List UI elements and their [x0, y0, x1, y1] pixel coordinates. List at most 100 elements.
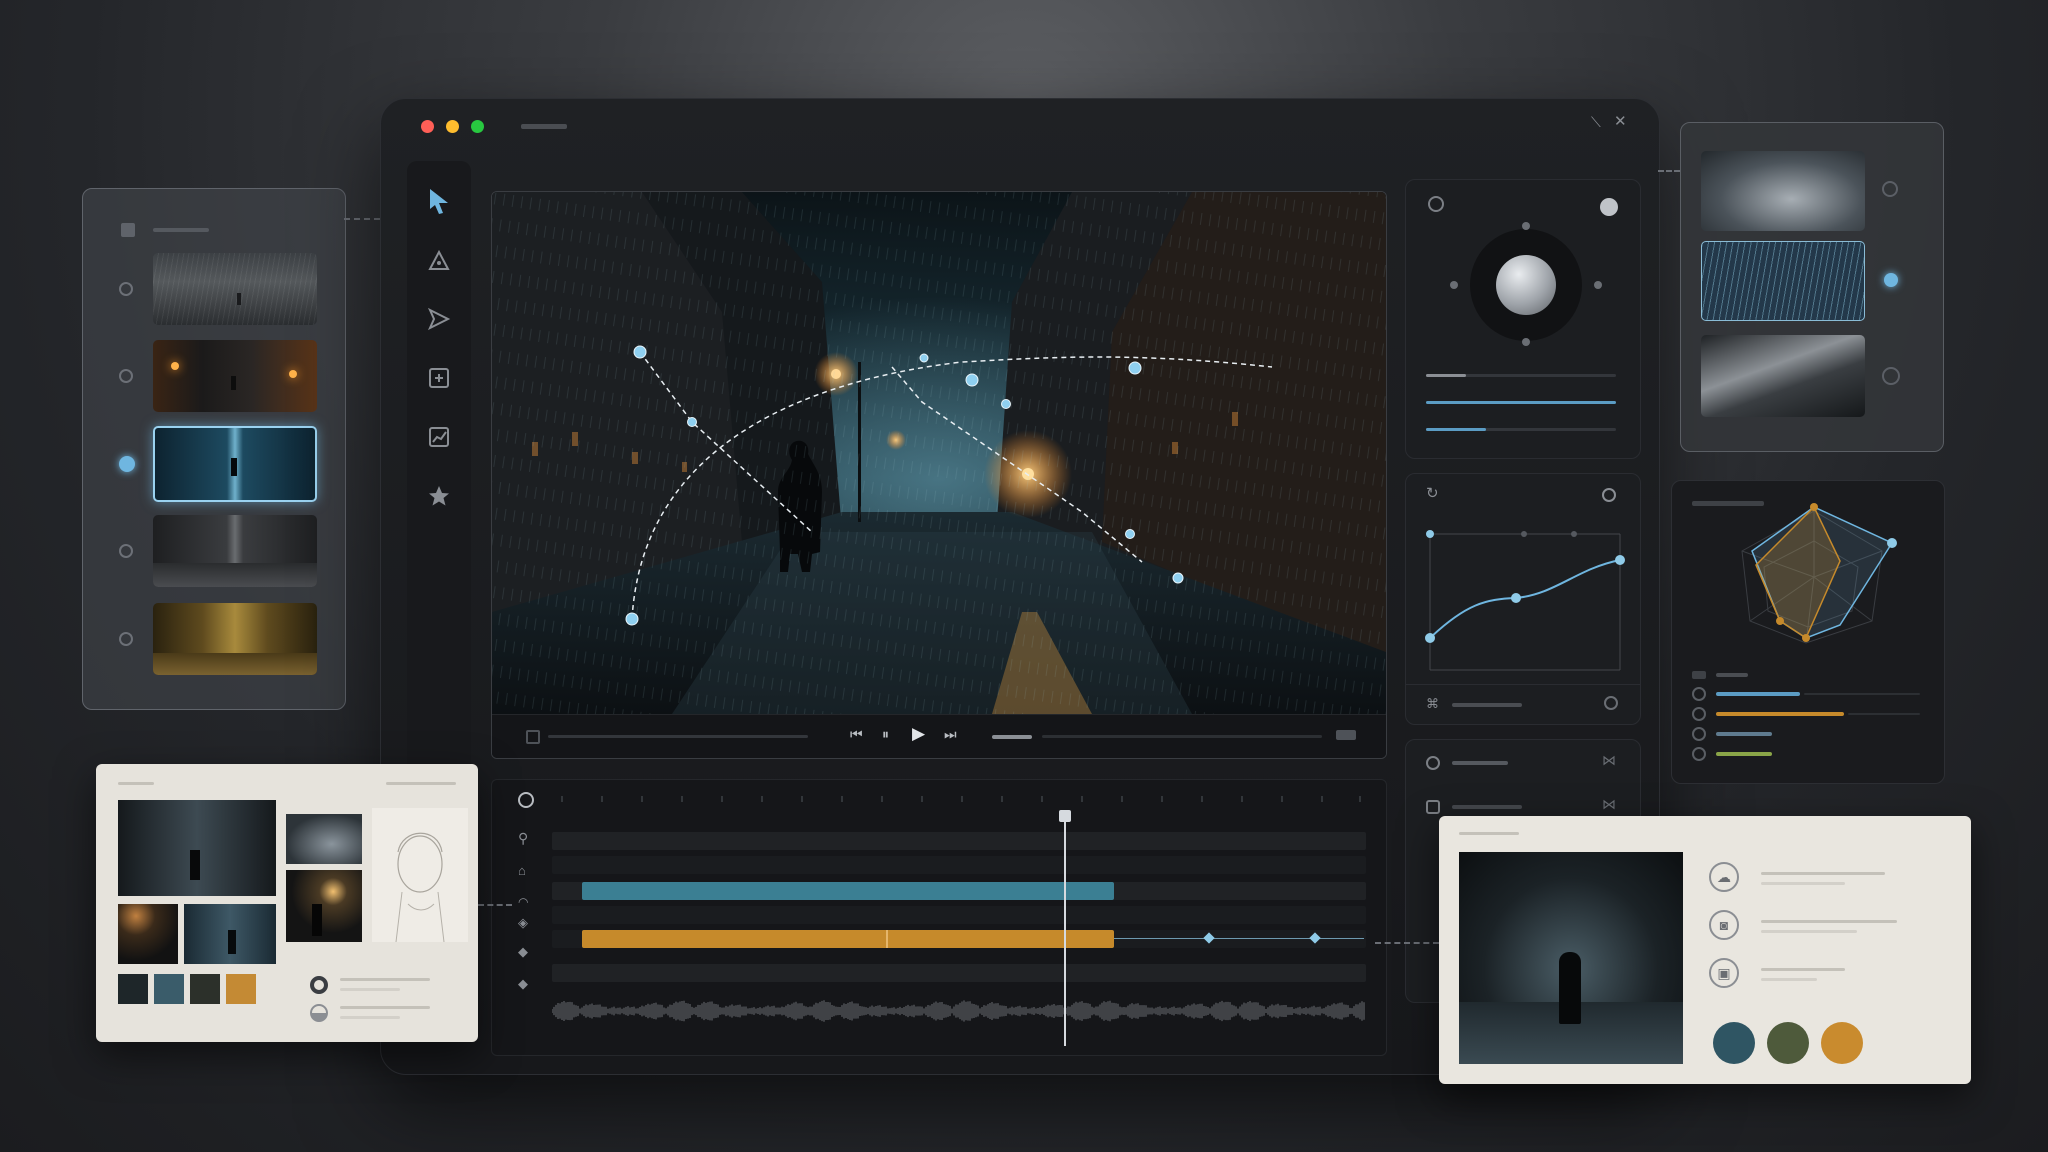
thumbnail-storm-clouds[interactable] [1701, 151, 1865, 231]
thumb-radio-4[interactable] [119, 544, 133, 558]
track-row-4[interactable] [552, 906, 1366, 924]
chart-icon[interactable] [419, 417, 459, 457]
orbit-slider-3[interactable] [1426, 428, 1486, 431]
camera-icon[interactable]: ◙ [1709, 910, 1739, 940]
orbit-handle-right[interactable] [1594, 281, 1602, 289]
track-icon-mask[interactable]: ◠ [518, 895, 528, 909]
curve-footer-label [1452, 703, 1522, 707]
track-row-1[interactable] [552, 832, 1366, 850]
thumb-radio-5[interactable] [119, 632, 133, 646]
playhead-handle[interactable] [1059, 810, 1071, 822]
maximize-window-button[interactable] [471, 120, 484, 133]
legend-radio-2[interactable] [1692, 707, 1706, 721]
thumbnail-rain-texture[interactable] [1701, 241, 1865, 321]
ref-swatch-olive[interactable] [1767, 1022, 1809, 1064]
minimize-window-button[interactable] [446, 120, 459, 133]
pen-icon[interactable] [419, 241, 459, 281]
direction-icon[interactable] [419, 299, 459, 339]
photo-icon[interactable]: ▣ [1709, 958, 1739, 988]
track-icon-diamond-1[interactable]: ◆ [518, 944, 528, 960]
track-row-6[interactable] [552, 964, 1366, 982]
motion-keypoint [919, 353, 929, 363]
mood-image-main[interactable] [118, 800, 276, 896]
cloud-rain-icon[interactable]: ☁ [1709, 862, 1739, 892]
ref-row-3-sub [1761, 978, 1817, 981]
mood-radio-dark[interactable] [310, 976, 328, 994]
mood-image-blue-alley[interactable] [184, 904, 276, 964]
thumbnail-golden-alley[interactable] [153, 603, 317, 675]
video-viewer[interactable]: ⏮ ⏸ ▶ ⏭ [491, 191, 1387, 759]
scene-preview[interactable] [492, 192, 1386, 714]
record-toggle[interactable] [1600, 198, 1618, 216]
layer-row-2-link-icon[interactable]: ⋈ [1602, 796, 1616, 813]
scrub-track-left[interactable] [548, 735, 808, 738]
orbit-handle-top[interactable] [1522, 222, 1530, 230]
fullscreen-icon[interactable] [1336, 730, 1356, 740]
radar-chart[interactable] [1672, 481, 1944, 783]
legend-radio-1[interactable] [1692, 687, 1706, 701]
thumbnail-grey-alley[interactable] [153, 515, 317, 587]
clip-amber[interactable] [582, 930, 1114, 948]
volume-slider[interactable] [992, 735, 1032, 739]
close-window-button[interactable] [421, 120, 434, 133]
legend-radio-4[interactable] [1692, 747, 1706, 761]
playback-mode-icon[interactable] [526, 730, 540, 744]
legend-bar-olive [1716, 752, 1772, 756]
mood-radio-half[interactable] [310, 1004, 328, 1022]
thumbnail-wet-pavement[interactable] [1701, 335, 1865, 417]
ref-image[interactable] [1459, 852, 1683, 1064]
motion-keypoint [687, 417, 697, 427]
orbit-ball[interactable] [1496, 255, 1556, 315]
mood-image-clouds[interactable] [286, 814, 362, 864]
thumb-selected-indicator-r[interactable] [1884, 273, 1898, 287]
skip-forward-icon[interactable]: ⏭ [944, 726, 957, 743]
layer-row-1-link-icon[interactable]: ⋈ [1602, 752, 1616, 769]
legend-radio-3[interactable] [1692, 727, 1706, 741]
timeline-panel[interactable]: ⚲ ⌂ ◠ ◈ ◆ ◆ [491, 779, 1387, 1056]
mood-image-figure-light[interactable] [286, 870, 362, 942]
orbit-handle-bottom[interactable] [1522, 338, 1530, 346]
track-icon-keyframe[interactable]: ◈ [518, 915, 528, 931]
orbit-slider-2[interactable] [1426, 401, 1616, 404]
track-icon-motion[interactable]: ⚲ [518, 830, 528, 847]
select-arrow-icon[interactable] [419, 181, 459, 221]
mood-image-warm-alley[interactable] [118, 904, 178, 964]
close-icon[interactable]: ✕ [1614, 111, 1630, 133]
orbit-slider-1[interactable] [1426, 374, 1466, 377]
thumb-radio-r1[interactable] [1882, 181, 1898, 197]
orbit-handle-left[interactable] [1450, 281, 1458, 289]
add-frame-icon[interactable] [419, 358, 459, 398]
swatch-4[interactable] [226, 974, 256, 1004]
orbit-mode-icon[interactable] [1428, 196, 1444, 212]
mood-sketch-portrait[interactable] [372, 808, 468, 943]
thumb-radio-1[interactable] [119, 282, 133, 296]
pause-icon[interactable]: ⏸ [882, 726, 889, 743]
layer-row-1-icon[interactable] [1426, 756, 1440, 770]
track-icon-home[interactable]: ⌂ [518, 863, 526, 878]
ref-swatch-amber[interactable] [1821, 1022, 1863, 1064]
clip-teal[interactable] [582, 882, 1114, 900]
thumbnail-warm-street-night[interactable] [153, 340, 317, 412]
curve-footer-toggle[interactable] [1604, 696, 1618, 710]
thumb-radio-2[interactable] [119, 369, 133, 383]
thumb-selected-indicator[interactable] [119, 456, 135, 472]
ref-swatch-teal[interactable] [1713, 1022, 1755, 1064]
play-icon[interactable]: ▶ [912, 724, 925, 744]
curve-bookmark-icon[interactable]: ⌘ [1426, 696, 1439, 712]
easing-curve[interactable] [1406, 474, 1640, 724]
star-icon[interactable] [419, 476, 459, 516]
swatch-1[interactable] [118, 974, 148, 1004]
track-icon-diamond-2[interactable]: ◆ [518, 976, 528, 992]
thumb-radio-r3[interactable] [1882, 367, 1900, 385]
thumbnail-blue-alley-figure[interactable] [153, 426, 317, 502]
playhead[interactable] [1064, 816, 1066, 1046]
track-row-2[interactable] [552, 856, 1366, 874]
swatch-2[interactable] [154, 974, 184, 1004]
audio-waveform[interactable] [552, 986, 1366, 1036]
thumbnail-rain-street-mist[interactable] [153, 253, 317, 325]
swatch-3[interactable] [190, 974, 220, 1004]
connector-left [344, 218, 380, 220]
skip-back-icon[interactable]: ⏮ [850, 726, 863, 743]
layer-row-2-icon[interactable] [1426, 800, 1440, 814]
collapse-icon[interactable]: ⟍ [1591, 111, 1607, 133]
